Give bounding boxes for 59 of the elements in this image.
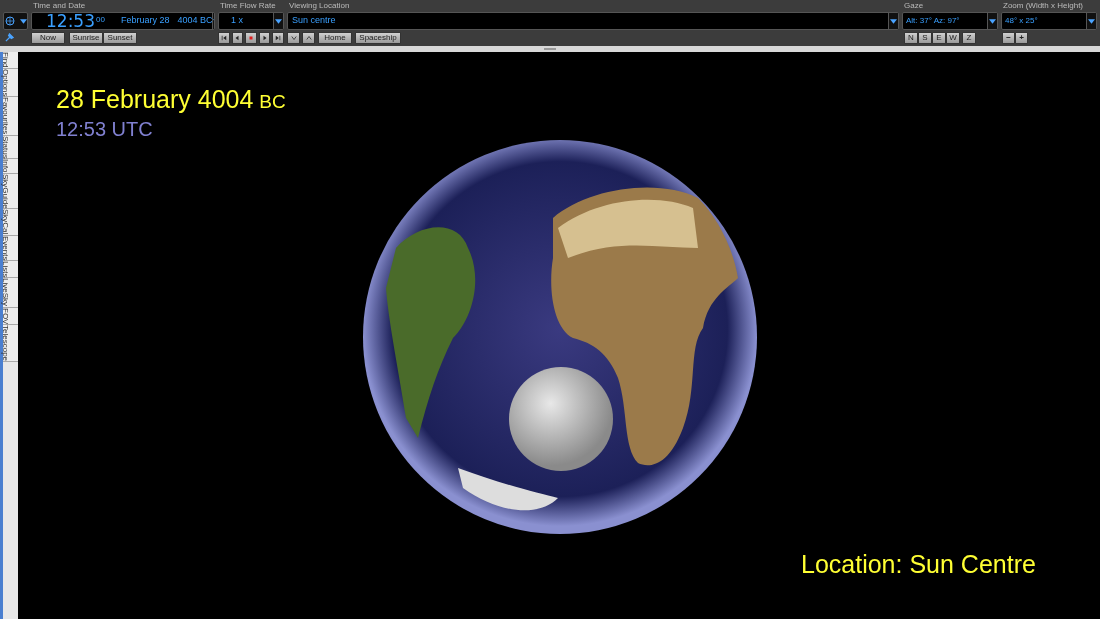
section-label: Time and Date [33,1,87,10]
stop-icon[interactable] [245,32,257,44]
gaze-value: Alt: 37° Az: 97° [906,15,961,27]
toolbar-button[interactable]: W [946,32,960,44]
side-tab[interactable]: Options [3,68,18,98]
toolbar-button[interactable]: Sunrise [69,32,103,44]
globe-icon [5,16,15,26]
section-label: Zoom (Width x Height) [1003,1,1085,10]
skip-back-icon[interactable] [218,32,230,44]
flow-rate-value: 1 x [231,14,244,28]
display-field[interactable]: 48° x 25° [1001,12,1097,30]
display-field[interactable]: Sun centre [287,12,899,30]
side-tab[interactable]: Favourites [3,97,18,136]
toolbar-button[interactable]: E [932,32,946,44]
toolbar-button[interactable]: − [1002,32,1015,44]
side-tab[interactable]: Status [3,135,18,160]
chevron-down-icon[interactable] [287,32,300,44]
clock-seconds: 00 [96,14,105,26]
side-tab[interactable]: SkyGuide [3,173,18,210]
play-icon[interactable] [258,32,271,44]
side-tab[interactable]: Lists [3,261,18,279]
time-label: 12:53 UTC [56,116,154,141]
play-reverse-icon[interactable] [231,32,244,44]
location-value: Sun centre [292,14,337,28]
side-tab[interactable]: LiveSky [3,278,18,308]
toolbar-button[interactable]: Sunset [103,32,137,44]
toolbar-button[interactable]: Home [318,32,352,44]
side-tab[interactable]: Events [3,235,18,262]
side-tab[interactable]: SkyCal [3,209,18,236]
caret-icon [19,18,27,24]
caret-icon [989,18,996,24]
toolbar-button[interactable]: S [918,32,932,44]
display-field[interactable]: 1 x [218,12,284,30]
section-label: Time Flow Rate [220,1,277,10]
side-tab[interactable]: Telescope [3,324,18,362]
side-tab[interactable]: Info [3,159,18,174]
zoom-value: 48° x 25° [1005,15,1039,27]
display-field[interactable]: Alt: 37° Az: 97° [902,12,998,30]
toolbar-button[interactable]: Z [962,32,976,44]
section-label: Gaze [904,1,925,10]
chevron-up-icon[interactable] [302,32,315,44]
era-label: BC [259,90,286,114]
pin-icon[interactable] [5,33,14,42]
location-label: Location: Sun Centre [801,549,1036,580]
toolbar-button[interactable]: + [1015,32,1028,44]
toolbar-button[interactable]: N [904,32,918,44]
side-tab[interactable]: Find [3,52,18,69]
clock-time: 12:53 [46,13,95,29]
app-menu-button[interactable] [3,12,28,30]
date-text: February 28 [120,14,170,28]
caret-icon [275,18,282,24]
toolbar-button[interactable]: Now [31,32,65,44]
date-label: 28 February 4004 [56,84,254,114]
skip-forward-icon[interactable] [272,32,284,44]
caret-icon [890,18,897,24]
caret-icon [1088,18,1095,24]
toolbar-button[interactable]: Spaceship [355,32,401,44]
year-text: 4004 BC [177,14,213,28]
section-label: Viewing Location [289,1,351,10]
